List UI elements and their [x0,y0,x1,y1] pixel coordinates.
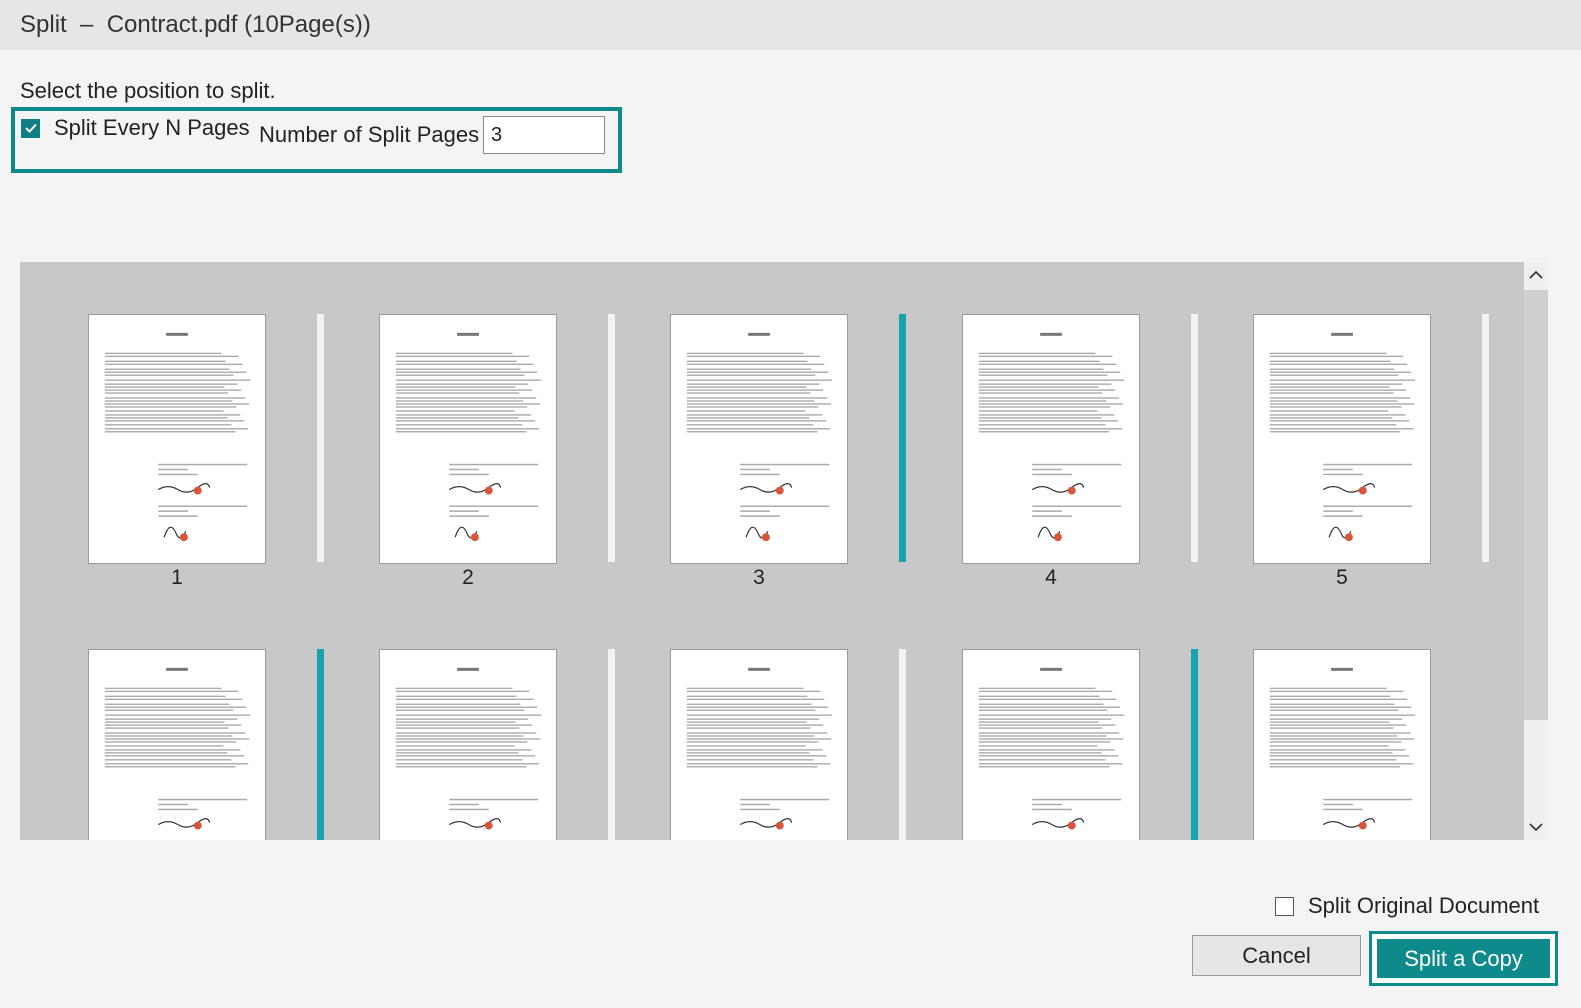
page-number-label: 1 [171,566,183,589]
split-instructions: Select the position to split. [20,78,276,103]
page-thumbnail[interactable] [962,649,1140,840]
split-original-option[interactable]: Split Original Document [1275,893,1539,919]
number-of-split-pages-label: Number of Split Pages [259,122,480,147]
chevron-down-icon [1529,823,1543,832]
split-marker[interactable] [608,649,615,840]
split-marker-active[interactable] [1191,649,1198,840]
split-a-copy-button[interactable]: Split a Copy [1377,939,1550,978]
split-every-checkbox[interactable] [21,118,40,138]
page-thumbnail[interactable] [670,314,848,564]
window-title: Split – Contract.pdf (10Page(s)) [20,11,371,38]
cancel-button[interactable]: Cancel [1192,935,1361,976]
split-marker-active[interactable] [317,649,324,840]
split-marker[interactable] [317,314,324,562]
page-thumbnail[interactable] [88,649,266,840]
scroll-up-button[interactable] [1524,262,1548,288]
page-thumbnail[interactable] [670,649,848,840]
page-thumbnail[interactable] [379,649,557,840]
split-every-option[interactable]: Split Every N Pages [21,115,250,141]
split-original-checkbox[interactable] [1275,896,1294,916]
page-number-label: 2 [462,566,474,589]
chevron-up-icon [1529,270,1543,279]
split-original-label: Split Original Document [1308,893,1540,918]
vertical-scrollbar-thumb[interactable] [1524,290,1548,720]
page-number-label: 3 [753,566,765,589]
page-thumbnail[interactable] [88,314,266,564]
split-every-label: Split Every N Pages [54,115,250,140]
scroll-down-button[interactable] [1524,814,1548,840]
page-number-label: 5 [1336,566,1348,589]
split-marker-active[interactable] [899,314,906,562]
title-bar: Split – Contract.pdf (10Page(s)) [0,0,1581,50]
split-marker[interactable] [608,314,615,562]
page-thumbnail[interactable] [1253,314,1431,564]
number-of-split-pages-input[interactable] [483,116,605,154]
split-marker[interactable] [1482,314,1489,562]
split-marker[interactable] [899,649,906,840]
split-marker[interactable] [1191,314,1198,562]
page-thumbnail[interactable] [379,314,557,564]
page-thumbnail[interactable] [1253,649,1431,840]
page-thumbnail[interactable] [962,314,1140,564]
check-icon [24,123,37,133]
page-number-label: 4 [1045,566,1057,589]
page-thumbnails-viewer[interactable]: 12345678910 [20,262,1548,840]
